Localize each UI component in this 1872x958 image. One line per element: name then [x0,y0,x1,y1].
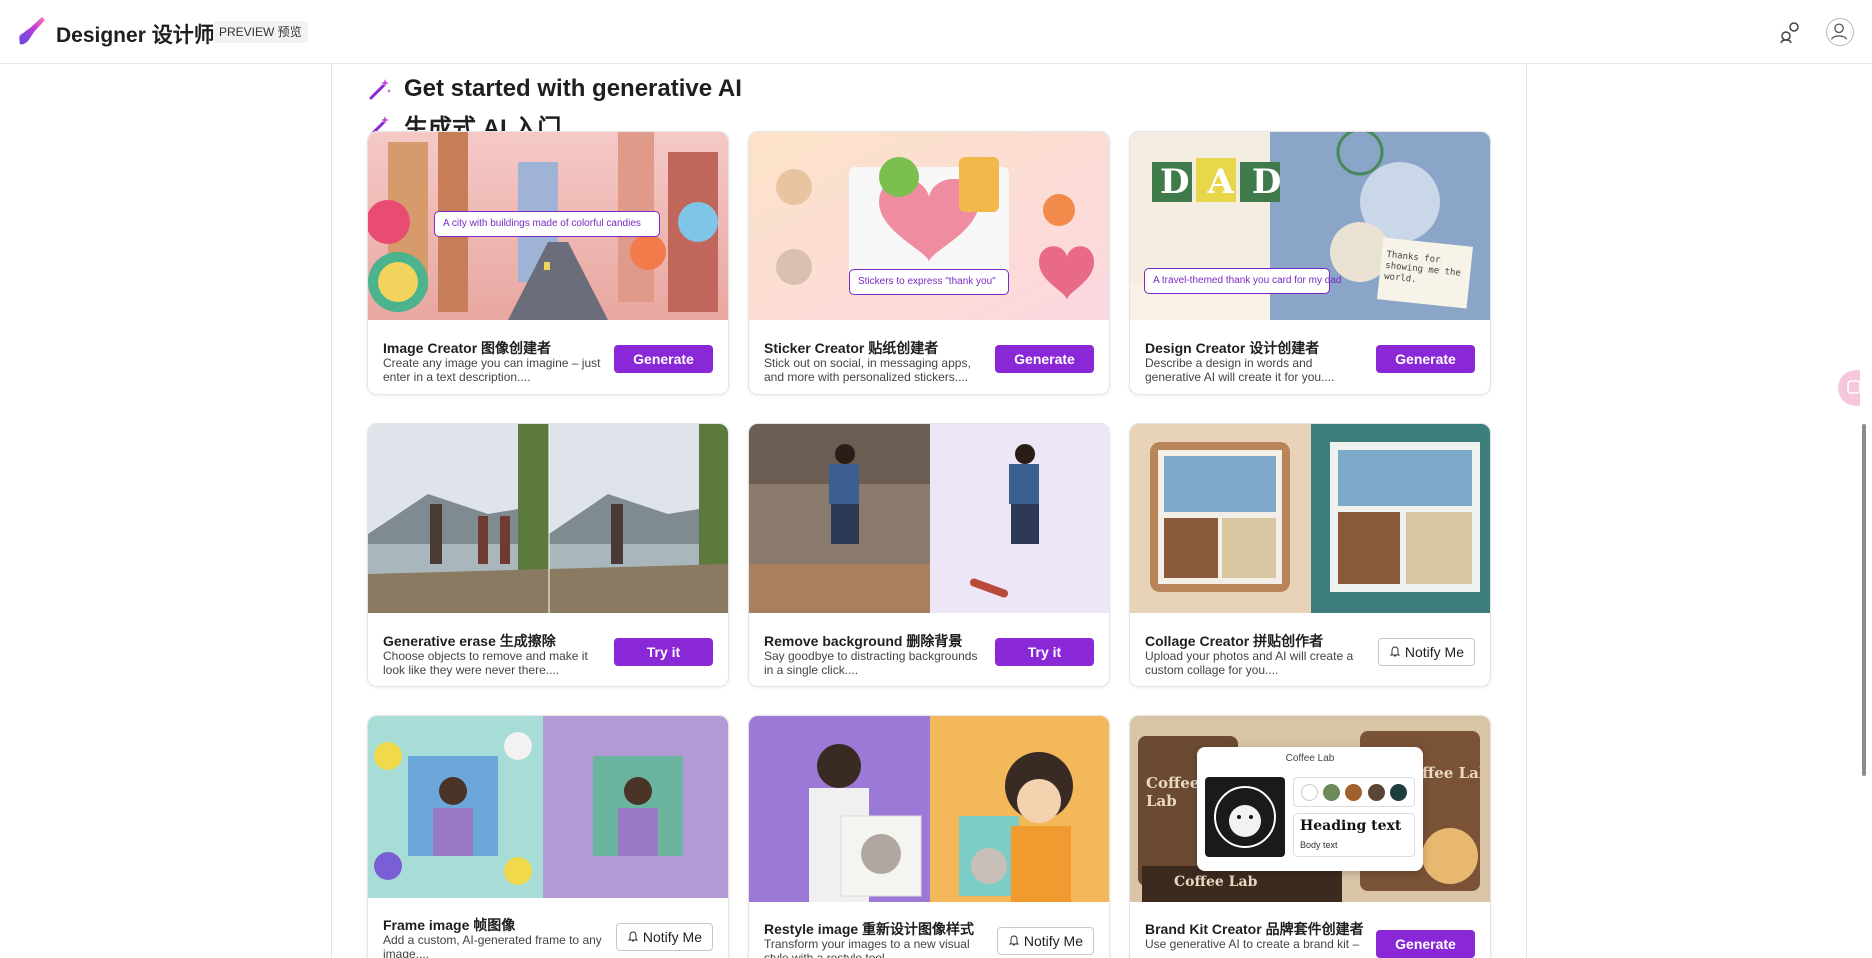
brand-bg-name-bottom: Coffee Lab [1174,874,1258,890]
card-image-creator[interactable]: A city with buildings made of colorful c… [367,131,729,395]
card-title: Image Creator 图像创建者 [383,340,552,356]
card-desc: Choose objects to remove and make it loo… [383,649,588,677]
top-bar: Designer 设计师 PREVIEW 预览 [0,0,1872,64]
color-palette [1293,777,1415,807]
card-title: Collage Creator 拼贴创作者 [1145,633,1324,649]
swatch-teal [1390,783,1408,801]
dog-logo-icon [1214,786,1276,848]
card-design-creator[interactable]: DAD Thanks for showing me the world. A t… [1129,131,1491,395]
card-title: Design Creator 设计创建者 [1145,340,1320,356]
card-title: Remove background 删除背景 [764,633,963,649]
generate-button[interactable]: Generate [614,345,713,373]
card-restyle-image[interactable]: Restyle image 重新设计图像样式 Transform your im… [748,715,1110,958]
main-panel: Get started with generative AI 生成式 AI 入门 [331,64,1527,958]
generate-button[interactable]: Generate [995,345,1094,373]
bell-icon [627,931,639,942]
card-generative-erase[interactable]: Generative erase 生成擦除 Choose objects to … [367,423,729,687]
card-image: Stickers to express "thank you" [749,132,1109,320]
prompt-example: A city with buildings made of colorful c… [434,211,660,237]
profile-icon[interactable] [1826,18,1854,46]
card-title: Brand Kit Creator 品牌套件创建者 [1145,921,1364,937]
prompt-example: A travel-themed thank you card for my da… [1144,268,1341,294]
design-art-text: DAD [1160,162,1300,202]
card-desc: Describe a design in words and generativ… [1145,356,1335,384]
typography-sample: Heading text Body text [1293,813,1415,857]
generate-button[interactable]: Generate [1376,930,1475,958]
card-desc: Upload your photos and AI will create a … [1145,649,1354,677]
swatch-dark-brown [1367,783,1385,801]
scrollbar[interactable] [1860,64,1872,958]
notify-me-label: Notify Me [1023,933,1083,949]
card-image: Coffee Lab Coffee Lab Coffee Lab Coffee … [1130,716,1490,902]
section-title: Get started with generative AI [404,75,742,102]
swatch-green [1323,783,1341,801]
card-image [368,424,728,613]
card-collage-creator[interactable]: Collage Creator 拼贴创作者 Upload your photos… [1129,423,1491,687]
card-remove-background[interactable]: Remove background 删除背景 Say goodbye to di… [748,423,1110,687]
notify-me-label: Notify Me [1404,644,1464,660]
card-desc: Stick out on social, in messaging apps, … [764,356,971,384]
brand-logo [1205,777,1285,857]
try-it-button[interactable]: Try it [614,638,713,666]
card-desc: Use generative AI to create a brand kit … [1145,937,1360,958]
card-title: Restyle image 重新设计图像样式 [764,921,975,937]
card-frame-image[interactable]: Frame image 帧图像 Add a custom, AI-generat… [367,715,729,958]
card-image [368,716,728,898]
card-title: Frame image 帧图像 [383,917,516,933]
card-desc: Create any image you can imagine – just … [383,356,601,384]
notify-me-button[interactable]: Notify Me [996,927,1094,955]
card-image: A city with buildings made of colorful c… [368,132,728,320]
bell-icon [1008,935,1020,946]
body-text: Body text [1300,840,1338,850]
notify-me-label: Notify Me [642,929,702,945]
app-title: Designer 设计师 [56,24,215,47]
swatch-brown [1345,783,1363,801]
card-desc: Say goodbye to distracting backgrounds i… [764,649,978,677]
share-icon[interactable] [1777,19,1803,45]
preview-badge: PREVIEW 预览 [213,21,308,43]
section-heading: Get started with generative AI [368,74,742,104]
card-title: Generative erase 生成擦除 [383,633,556,649]
try-it-button[interactable]: Try it [995,638,1094,666]
brand-kit-popup: Coffee Lab Heading text Body text [1197,747,1423,871]
generate-button[interactable]: Generate [1376,345,1475,373]
card-image [749,716,1109,902]
card-sticker-creator[interactable]: Stickers to express "thank you" Sticker … [748,131,1110,395]
designer-logo-icon[interactable] [14,14,48,48]
heading-text: Heading text [1300,818,1402,834]
notify-me-button[interactable]: Notify Me [615,923,713,951]
card-brand-kit-creator[interactable]: Coffee Lab Coffee Lab Coffee Lab Coffee … [1129,715,1491,958]
magic-wand-icon [369,79,391,100]
card-image [749,424,1109,613]
card-desc: Transform your images to a new visual st… [764,937,970,958]
swatch-white [1300,783,1318,801]
prompt-example: Stickers to express "thank you" [849,269,1009,295]
card-title: Sticker Creator 贴纸创建者 [764,340,939,356]
card-image [1130,424,1490,613]
bell-icon [1389,646,1401,657]
notify-me-button[interactable]: Notify Me [1377,638,1475,666]
scrollbar-thumb[interactable] [1862,424,1866,776]
card-desc: Add a custom, AI-generated frame to any … [383,933,602,958]
brand-kit-title: Coffee Lab [1285,753,1335,764]
card-image: DAD Thanks for showing me the world. A t… [1130,132,1490,320]
